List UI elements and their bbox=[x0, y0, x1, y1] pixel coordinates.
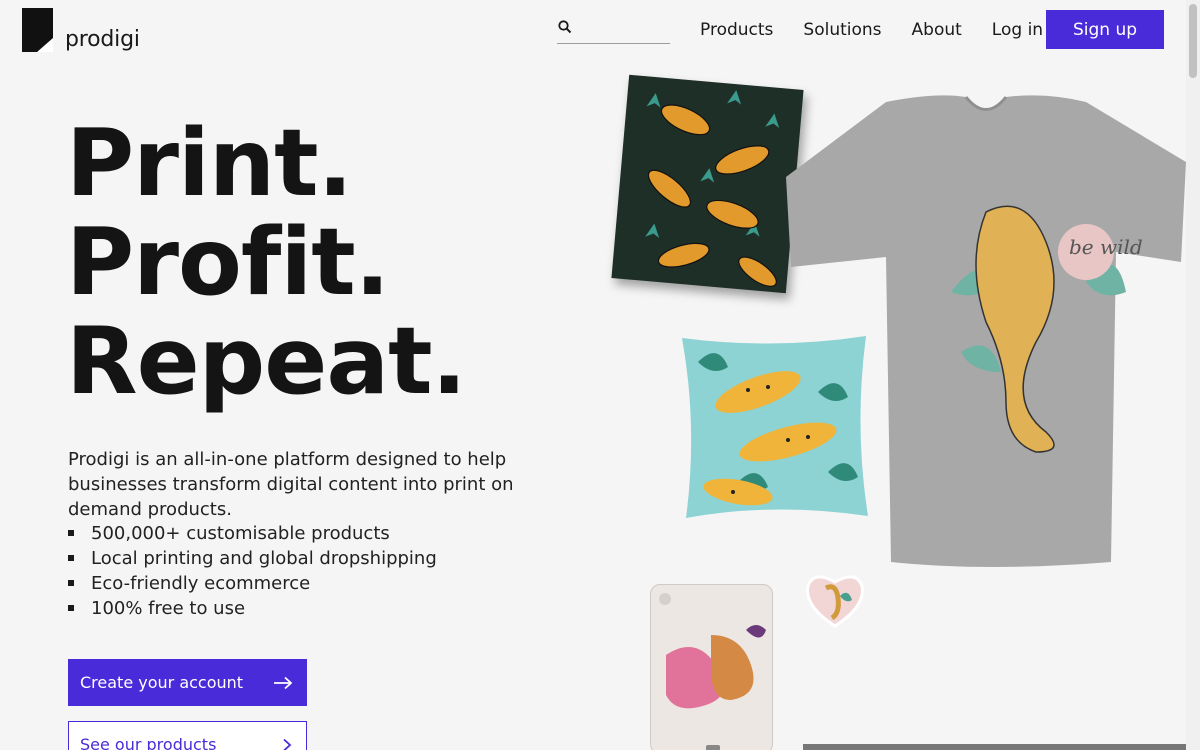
search-icon bbox=[558, 20, 572, 34]
feature-list: 500,000+ customisable products Local pri… bbox=[68, 521, 437, 621]
arrow-right-icon bbox=[274, 676, 293, 689]
hero-title: Print. Profit. Repeat. bbox=[66, 109, 467, 415]
product-image-edge bbox=[803, 744, 1186, 750]
search-input[interactable] bbox=[577, 16, 670, 42]
tshirt-print-text: be wild bbox=[1069, 235, 1143, 259]
see-products-button[interactable]: See our products bbox=[68, 721, 307, 750]
phone-case-product-image bbox=[650, 584, 773, 750]
nav-solutions-link[interactable]: Solutions bbox=[803, 19, 881, 41]
feature-item: 500,000+ customisable products bbox=[68, 521, 437, 546]
hero-line-print: Print. bbox=[66, 109, 353, 217]
signup-button[interactable]: Sign up bbox=[1046, 10, 1164, 49]
sticker-product-image bbox=[806, 575, 864, 628]
scrollbar-thumb[interactable] bbox=[1189, 4, 1197, 78]
page-scrollbar[interactable] bbox=[1186, 0, 1200, 750]
see-products-label: See our products bbox=[80, 735, 217, 750]
brand-name: prodigi bbox=[65, 27, 140, 52]
nav-products-link[interactable]: Products bbox=[700, 19, 773, 41]
brand-logo[interactable]: prodigi bbox=[22, 8, 140, 52]
feature-item: Eco-friendly ecommerce bbox=[68, 571, 437, 596]
chevron-right-icon bbox=[283, 738, 292, 750]
feature-item: Local printing and global dropshipping bbox=[68, 546, 437, 571]
hero-line-repeat: Repeat. bbox=[66, 307, 467, 415]
pillow-product-image bbox=[682, 336, 868, 518]
create-account-button[interactable]: Create your account bbox=[68, 659, 307, 706]
hero-description: Prodigi is an all-in-one platform design… bbox=[68, 449, 514, 520]
create-account-label: Create your account bbox=[80, 673, 244, 692]
nav-about-link[interactable]: About bbox=[912, 19, 962, 41]
hero-line-profit: Profit. bbox=[66, 208, 390, 316]
feature-item: 100% free to use bbox=[68, 596, 437, 621]
login-link[interactable]: Log in bbox=[992, 19, 1043, 41]
notebook-product-image bbox=[611, 74, 804, 294]
prodigi-logo-icon bbox=[22, 8, 53, 52]
search-box[interactable] bbox=[557, 16, 670, 44]
main-nav: Products Solutions About Log in bbox=[700, 19, 1043, 41]
